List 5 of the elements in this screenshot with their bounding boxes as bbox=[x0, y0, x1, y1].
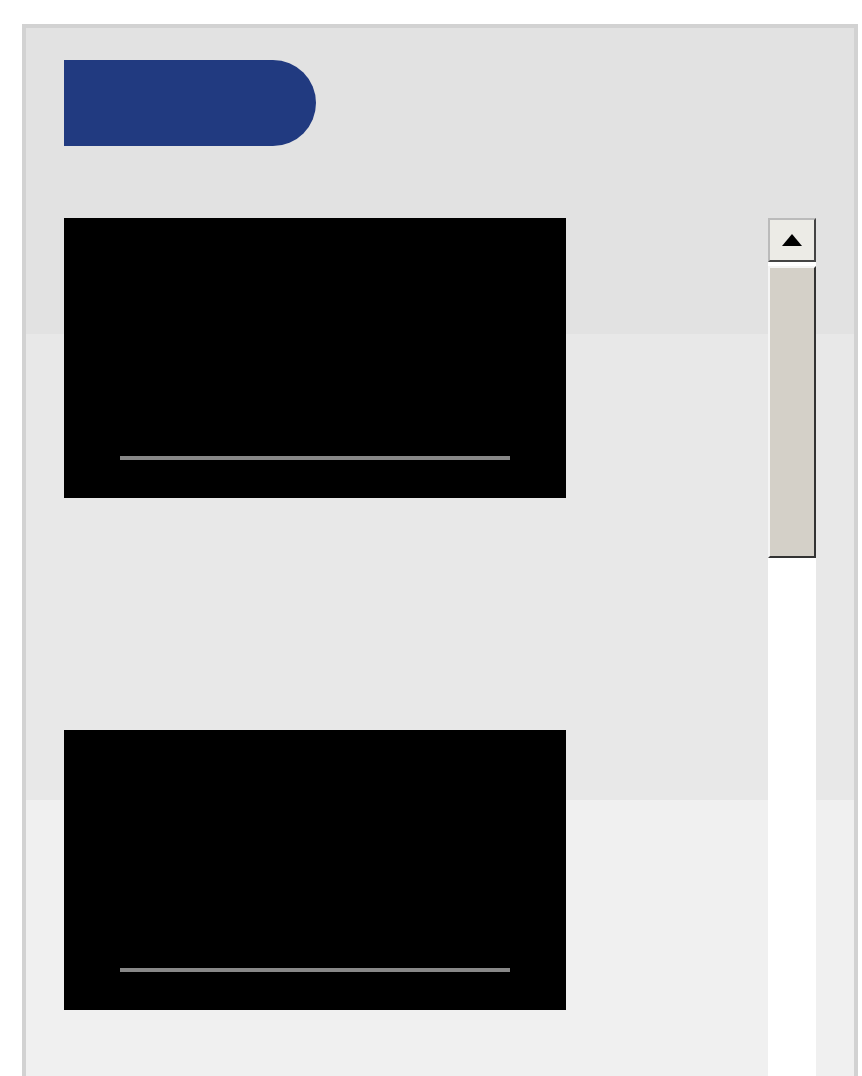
pill-button[interactable] bbox=[64, 60, 316, 146]
scroll-thumb[interactable] bbox=[768, 266, 816, 558]
scrollbar[interactable] bbox=[768, 218, 816, 1076]
up-arrow-icon bbox=[782, 234, 802, 246]
scroll-up-button[interactable] bbox=[768, 218, 816, 262]
